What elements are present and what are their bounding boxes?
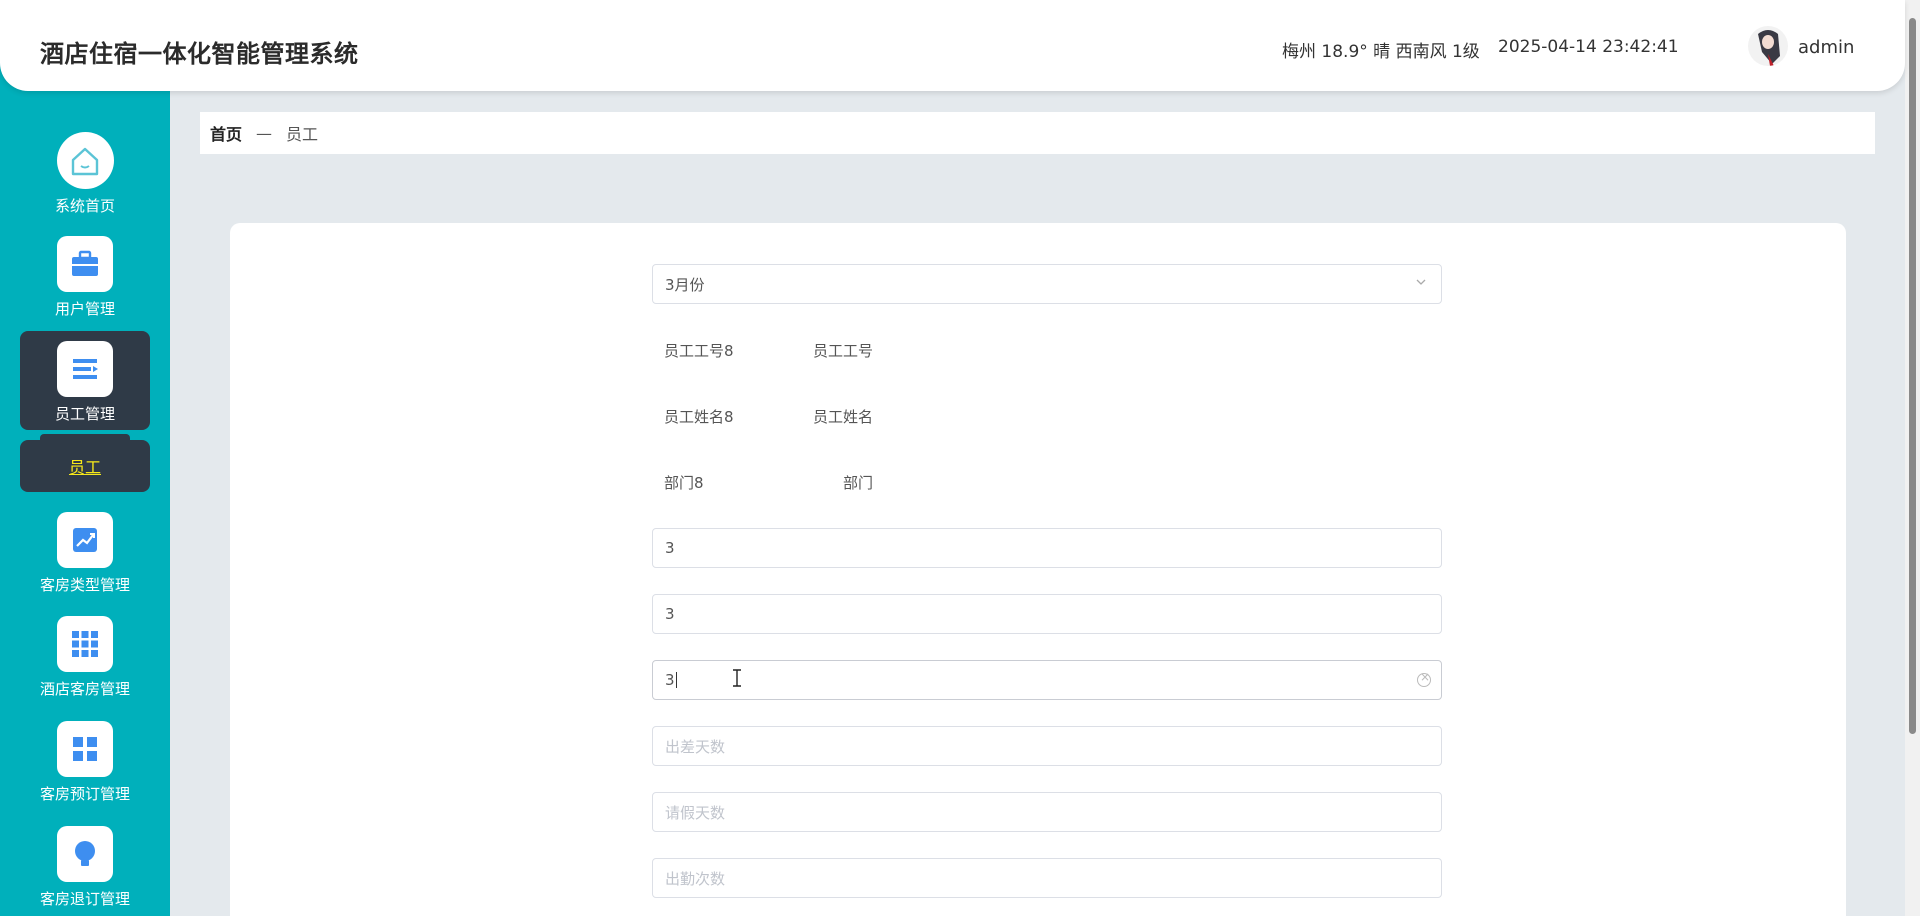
business-trip-days-input[interactable]: 出差天数: [652, 726, 1442, 766]
app-title: 酒店住宿一体化智能管理系统: [40, 40, 359, 68]
chart-icon: [57, 512, 113, 568]
sidebar-item-staff[interactable]: 员工管理: [20, 331, 150, 430]
sidebar: 系统首页 用户管理 员工管理 员工 客房类型管理 酒店客房管理 客房预订管理 客…: [0, 0, 170, 916]
sidebar-item-label: 客房退订管理: [39, 890, 130, 908]
absent-count-input[interactable]: 3: [652, 660, 1442, 700]
sidebar-item-cancellations[interactable]: 客房退订管理: [20, 826, 150, 909]
briefcase-icon: [57, 236, 113, 292]
form-row-leave-days: 请假天数 请假天数: [230, 792, 1846, 832]
sidebar-item-bookings[interactable]: 客房预订管理: [20, 721, 150, 804]
breadcrumb-separator: —: [256, 123, 273, 143]
scrollbar-thumb[interactable]: [1909, 18, 1916, 734]
leave-days-input[interactable]: 请假天数: [652, 792, 1442, 832]
page-scrollbar[interactable]: [1905, 0, 1920, 916]
sidebar-item-label: 用户管理: [54, 300, 115, 318]
top-header: 酒店住宿一体化智能管理系统 梅州 18.9° 晴 西南风 1级 2025-04-…: [0, 0, 1905, 91]
employee-form-card: 月份 3月份 员工工号 员工工号8 员工姓名 员工姓名8 部门 部门8 迟到次数…: [230, 223, 1846, 916]
form-row-employee-name: 员工姓名 员工姓名8: [230, 396, 1846, 436]
attendance-count-input[interactable]: 出勤次数: [652, 858, 1442, 898]
department-value: 部门8: [664, 474, 704, 492]
employee-name-value: 员工姓名8: [664, 408, 734, 426]
sidebar-item-label: 客房类型管理: [39, 576, 130, 594]
text-caret: [675, 672, 677, 688]
ibeam-cursor-icon: [732, 669, 742, 687]
current-datetime: 2025-04-14 23:42:41: [1498, 37, 1679, 57]
form-row-late-count: 迟到次数 3: [230, 528, 1846, 568]
sidebar-item-users[interactable]: 用户管理: [20, 236, 150, 319]
breadcrumb-home[interactable]: 首页: [210, 121, 242, 145]
sidebar-item-room-types[interactable]: 客房类型管理: [20, 512, 150, 595]
form-row-employee-id: 员工工号 员工工号8: [230, 330, 1846, 370]
sidebar-item-label: 酒店客房管理: [39, 680, 130, 698]
form-row-business-trip-days: 出差天数 出差天数: [230, 726, 1846, 766]
apps-icon: [57, 721, 113, 777]
employee-id-value: 员工工号8: [664, 342, 734, 360]
sidebar-subitem-label: 员工: [68, 458, 101, 477]
sidebar-item-home[interactable]: 系统首页: [20, 132, 150, 216]
form-row-month: 月份 3月份: [230, 264, 1846, 304]
breadcrumb-current: 员工: [286, 125, 319, 144]
month-select-value: 3月份: [665, 275, 705, 294]
list-icon: [57, 341, 113, 397]
late-count-input[interactable]: 3: [652, 528, 1442, 568]
home-icon: [56, 132, 114, 189]
form-row-attendance-count: 出勤次数 出勤次数: [230, 858, 1846, 898]
month-select[interactable]: 3月份: [652, 264, 1442, 304]
department-label: 部门: [842, 474, 873, 492]
sidebar-item-label: 客房预订管理: [39, 785, 130, 803]
form-row-department: 部门 部门8: [230, 462, 1846, 502]
clear-icon[interactable]: [1417, 670, 1431, 687]
username[interactable]: admin: [1798, 37, 1854, 58]
sidebar-item-label: 系统首页: [54, 197, 115, 215]
form-row-absent-count: 旷工次数 3: [230, 660, 1846, 700]
chevron-down-icon: [1415, 276, 1427, 291]
absent-count-value: 3: [665, 671, 675, 689]
form-row-early-leave-count: 早退次数 3: [230, 594, 1846, 634]
early-leave-count-input[interactable]: 3: [652, 594, 1442, 634]
bulb-icon: [57, 826, 113, 882]
weather-info: 梅州 18.9° 晴 西南风 1级: [1282, 42, 1480, 62]
sidebar-subitem-employee[interactable]: 员工: [20, 440, 150, 492]
sidebar-item-label: 员工管理: [54, 405, 115, 423]
grid-icon: [57, 616, 113, 672]
avatar[interactable]: [1748, 26, 1788, 66]
sidebar-item-rooms[interactable]: 酒店客房管理: [20, 616, 150, 699]
breadcrumb: 首页 — 员工: [200, 112, 1875, 154]
